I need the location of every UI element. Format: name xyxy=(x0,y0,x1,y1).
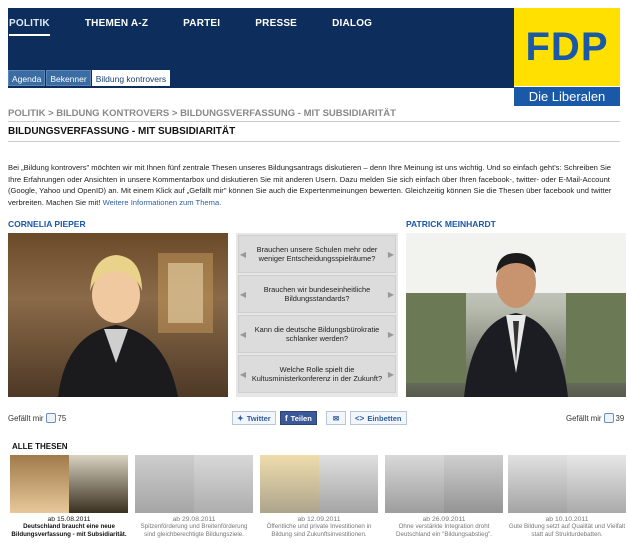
person-name-right: PATRICK MEINHARDT xyxy=(406,219,496,229)
portrait-thumbnail xyxy=(444,455,503,513)
card-text: Ohne verstärkte Integration droht Deutsc… xyxy=(396,523,492,538)
thesis-card-image xyxy=(260,455,378,513)
nav-item-themen[interactable]: THEMEN A-Z xyxy=(85,8,148,36)
logo-wordmark: FDP xyxy=(525,24,609,69)
intro-text: Bei „Bildung kontrovers" möchten wir mit… xyxy=(8,162,620,208)
all-theses-heading: ALLE THESEN xyxy=(12,442,68,451)
portrait-thumbnail xyxy=(385,455,444,513)
thesis-card-image xyxy=(10,455,128,513)
thesis-text: Brauchen wir bundeseinheitliche Bildungs… xyxy=(263,285,371,303)
card-text: Gute Bildung setzt auf Qualität und Viel… xyxy=(508,523,626,538)
main-nav: POLITIK THEMEN A-Z PARTEI PRESSE DIALOG xyxy=(8,8,407,36)
divider xyxy=(8,141,620,142)
intro-body: Bei „Bildung kontrovers" möchten wir mit… xyxy=(8,163,612,207)
thesis-text: Welche Rolle spielt die Kultusministerko… xyxy=(251,365,383,383)
arrow-right-icon: ▶ xyxy=(387,249,395,259)
card-date: ab 26.09.2011 xyxy=(422,516,466,523)
fdp-logo[interactable]: FDP Die Liberalen xyxy=(514,8,620,106)
code-icon: <> xyxy=(355,413,365,423)
portrait-thumbnail xyxy=(69,455,128,513)
arrow-right-icon: ▶ xyxy=(387,289,395,299)
sub-tabs: Agenda Bekenner Bildung kontrovers xyxy=(8,70,171,86)
like-count: 39 xyxy=(615,413,625,423)
tab-agenda[interactable]: Agenda xyxy=(8,70,46,86)
thesis-item[interactable]: ◀ Brauchen wir bundeseinheitliche Bildun… xyxy=(238,275,396,313)
thesis-card-image xyxy=(135,455,253,513)
envelope-icon: ✉ xyxy=(332,413,340,423)
twitter-label: Twitter xyxy=(246,413,271,423)
card-text: Spitzenförderung und Breitenförderung si… xyxy=(140,523,248,538)
card-text: Deutschland braucht eine neue Bildungsve… xyxy=(11,523,127,538)
like-count: 75 xyxy=(57,413,67,423)
portrait-left-illustration xyxy=(58,253,213,397)
thesis-card-image xyxy=(508,455,626,513)
thesis-card-image xyxy=(385,455,503,513)
portrait-thumbnail xyxy=(319,455,378,513)
more-info-link[interactable]: Weitere Informationen zum Thema. xyxy=(103,198,222,207)
arrow-right-icon: ▶ xyxy=(387,369,395,379)
email-button[interactable]: ✉ xyxy=(326,411,346,425)
arrow-left-icon: ◀ xyxy=(239,369,247,379)
portrait-thumbnail xyxy=(10,455,69,513)
logo-tagline: Die Liberalen xyxy=(514,87,620,106)
card-date: ab 29.08.2011 xyxy=(172,516,216,523)
twitter-button[interactable]: ✦ Twitter xyxy=(232,411,276,425)
nav-item-politik[interactable]: POLITIK xyxy=(9,8,50,36)
embed-label: Einbetten xyxy=(367,413,402,423)
card-date: ab 12.09.2011 xyxy=(297,516,341,523)
portrait-thumbnail xyxy=(135,455,194,513)
thesis-card[interactable]: ab 29.08.2011 Spitzenförderung und Breit… xyxy=(135,455,253,538)
like-right: Gefällt mir 39 xyxy=(566,413,624,423)
like-label: Gefällt mir xyxy=(566,413,602,423)
arrow-left-icon: ◀ xyxy=(239,289,247,299)
nav-item-partei[interactable]: PARTEI xyxy=(183,8,220,36)
portrait-thumbnail xyxy=(508,455,567,513)
thesis-item[interactable]: ◀ Welche Rolle spielt die Kultusminister… xyxy=(238,355,396,393)
portrait-right-illustration xyxy=(406,233,626,397)
card-text: Öffentliche und private Investitionen in… xyxy=(266,523,372,538)
card-date: ab 10.10.2011 xyxy=(545,516,589,523)
thesis-item[interactable]: ◀ Kann die deutsche Bildungsbürokratie s… xyxy=(238,315,396,353)
logo-yellow-box: FDP xyxy=(514,8,620,86)
thesis-item[interactable]: ◀ Brauchen unsere Schulen mehr oder weni… xyxy=(238,235,396,273)
portrait-patrick-meinhardt[interactable] xyxy=(406,233,626,397)
portrait-thumbnail xyxy=(260,455,319,513)
twitter-icon: ✦ xyxy=(237,413,244,423)
page-title: BILDUNGSVERFASSUNG - MIT SUBSIDIARITÄT xyxy=(8,126,236,137)
arrow-right-icon: ▶ xyxy=(387,329,395,339)
tab-bekenner[interactable]: Bekenner xyxy=(46,70,91,86)
portrait-thumbnail xyxy=(194,455,253,513)
card-date: ab 15.08.2011 xyxy=(47,516,91,523)
portrait-cornelia-pieper[interactable] xyxy=(8,233,228,397)
like-label: Gefällt mir xyxy=(8,413,44,423)
thesis-card[interactable]: ab 10.10.2011 Gute Bildung setzt auf Qua… xyxy=(508,455,626,538)
divider xyxy=(8,121,620,122)
thumbs-up-icon[interactable] xyxy=(603,413,614,423)
embed-button[interactable]: <> Einbetten xyxy=(350,411,407,425)
nav-item-presse[interactable]: PRESSE xyxy=(255,8,297,36)
facebook-label: Teilen xyxy=(290,413,312,423)
thesis-text: Kann die deutsche Bildungsbürokratie sch… xyxy=(254,325,380,343)
portrait-thumbnail xyxy=(567,455,626,513)
tab-bildung-kontrovers[interactable]: Bildung kontrovers xyxy=(91,70,171,86)
site-header: POLITIK THEMEN A-Z PARTEI PRESSE DIALOG … xyxy=(8,8,620,106)
thumbs-up-icon[interactable] xyxy=(45,413,56,423)
thesis-card[interactable]: ab 12.09.2011 Öffentliche und private In… xyxy=(260,455,378,538)
breadcrumb[interactable]: POLITIK > BILDUNG KONTROVERS > BILDUNGSV… xyxy=(8,108,396,119)
facebook-icon: f xyxy=(285,413,288,423)
arrow-left-icon: ◀ xyxy=(239,249,247,259)
like-left: Gefällt mir 75 xyxy=(8,413,66,423)
person-name-left: CORNELIA PIEPER xyxy=(8,219,86,229)
facebook-share-button[interactable]: f Teilen xyxy=(280,411,317,425)
nav-item-dialog[interactable]: DIALOG xyxy=(332,8,372,36)
thesis-card[interactable]: ab 15.08.2011 Deutschland braucht eine n… xyxy=(10,455,128,538)
arrow-left-icon: ◀ xyxy=(239,329,247,339)
thesis-text: Brauchen unsere Schulen mehr oder wenige… xyxy=(256,245,378,263)
thesis-card[interactable]: ab 26.09.2011 Ohne verstärkte Integratio… xyxy=(385,455,503,538)
theses-panel: ◀ Brauchen unsere Schulen mehr oder weni… xyxy=(236,233,398,397)
